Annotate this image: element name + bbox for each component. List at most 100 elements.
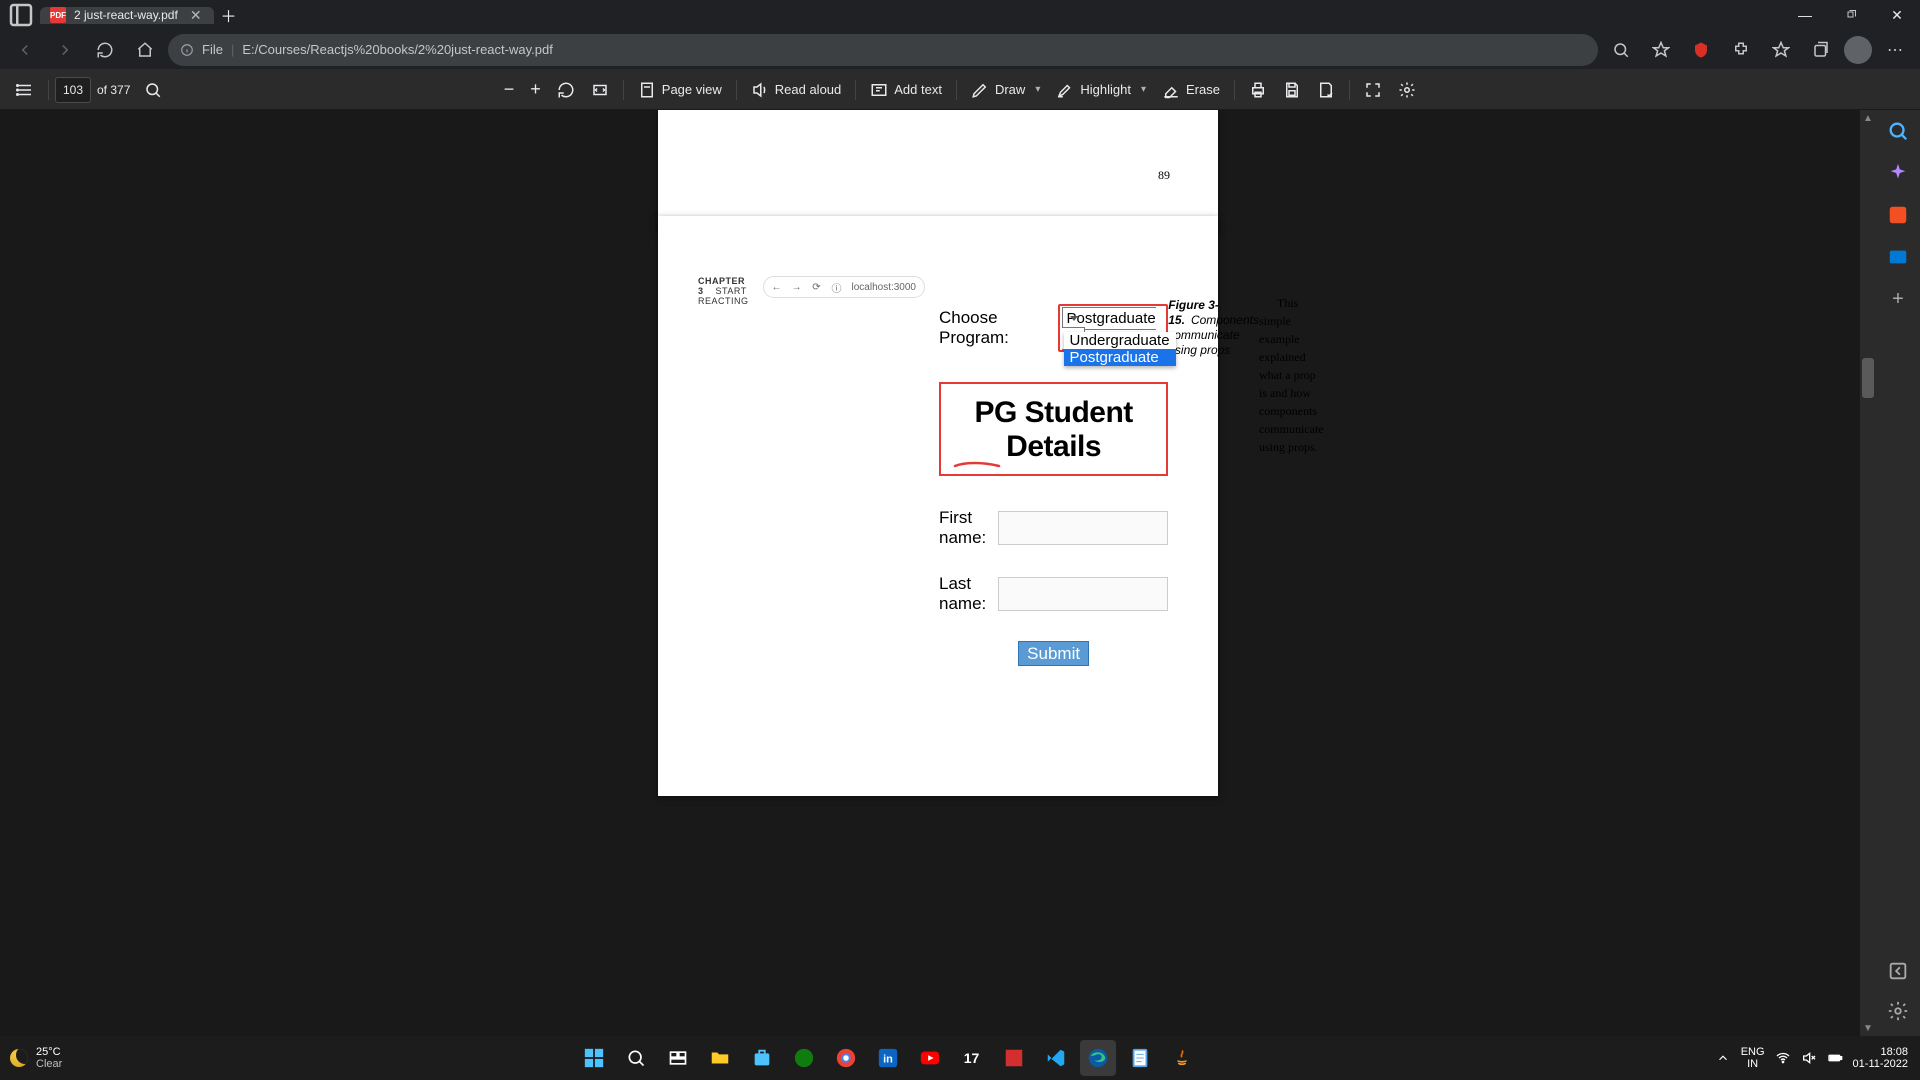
body-paragraph: This simple example explained what a pro… — [1259, 294, 1324, 776]
tradingview-icon[interactable]: 17 — [954, 1040, 990, 1076]
scroll-thumb[interactable] — [1862, 358, 1874, 398]
erase-button[interactable]: Erase — [1154, 74, 1228, 106]
weather-condition: Clear — [36, 1058, 62, 1070]
wifi-icon[interactable] — [1775, 1050, 1791, 1066]
draw-button[interactable]: Draw▾ — [963, 74, 1048, 106]
dropdown-option-selected: Postgraduate — [1064, 349, 1176, 366]
collections-button[interactable] — [1804, 33, 1838, 67]
weather-temp: 25°C — [36, 1046, 62, 1058]
taskbar-apps: in 17 — [72, 1040, 1702, 1076]
task-view-icon[interactable] — [660, 1040, 696, 1076]
zoom-icon[interactable] — [1604, 33, 1638, 67]
fullscreen-button[interactable] — [1356, 74, 1390, 106]
notepad-icon[interactable] — [1122, 1040, 1158, 1076]
more-menu-button[interactable]: ⋯ — [1878, 33, 1912, 67]
info-icon: ⓘ — [832, 280, 842, 295]
adblock-icon[interactable] — [1684, 33, 1718, 67]
chrome-icon[interactable] — [828, 1040, 864, 1076]
contents-button[interactable] — [8, 74, 42, 106]
battery-icon[interactable] — [1827, 1050, 1843, 1066]
vscode-icon[interactable] — [1038, 1040, 1074, 1076]
extensions-icon[interactable] — [1724, 33, 1758, 67]
favorite-star-icon[interactable] — [1644, 33, 1678, 67]
zoom-out-button[interactable]: − — [496, 74, 523, 106]
svg-text:in: in — [883, 1054, 893, 1066]
sidebar-collapse-icon[interactable] — [1887, 960, 1909, 982]
tab-title: 2 just-react-way.pdf — [74, 8, 178, 22]
new-tab-button[interactable]: ＋ — [214, 3, 244, 27]
favorites-button[interactable] — [1764, 33, 1798, 67]
language-indicator[interactable]: ENG IN — [1741, 1046, 1765, 1070]
figure-caption: Figure 3-15. Components communicate usin… — [1168, 298, 1259, 776]
xbox-icon[interactable] — [786, 1040, 822, 1076]
scroll-down-icon[interactable]: ▼ — [1860, 1020, 1876, 1036]
pdf-canvas[interactable]: 89 CHAPTER 3START REACTING ← → ⟳ ⓘ local… — [0, 110, 1876, 1036]
close-window-button[interactable]: ✕ — [1874, 0, 1920, 30]
minimize-button[interactable]: ― — [1782, 0, 1828, 30]
read-aloud-button[interactable]: Read aloud — [743, 74, 850, 106]
back-button[interactable] — [8, 33, 42, 67]
first-name-row: First name: — [939, 508, 1168, 548]
figure-browser-bar: ← → ⟳ ⓘ localhost:3000 — [763, 276, 926, 298]
volume-muted-icon[interactable] — [1801, 1050, 1817, 1066]
taskbar-clock[interactable]: 18:08 01-11-2022 — [1853, 1046, 1908, 1070]
zerodha-icon[interactable] — [996, 1040, 1032, 1076]
sidebar-office-icon[interactable] — [1887, 204, 1909, 226]
sidebar-settings-icon[interactable] — [1887, 1000, 1909, 1022]
page-view-button[interactable]: Page view — [630, 74, 730, 106]
home-button[interactable] — [128, 33, 162, 67]
maximize-button[interactable] — [1828, 0, 1874, 30]
browser-tab[interactable]: PDF 2 just-react-way.pdf ✕ — [40, 7, 214, 24]
tray-overflow-icon[interactable] — [1715, 1050, 1731, 1066]
figure-url: localhost:3000 — [852, 282, 917, 293]
pdf-viewport: 89 CHAPTER 3START REACTING ← → ⟳ ⓘ local… — [0, 110, 1920, 1036]
java-icon[interactable] — [1164, 1040, 1200, 1076]
linkedin-icon[interactable]: in — [870, 1040, 906, 1076]
print-button[interactable] — [1241, 74, 1275, 106]
highlight-button[interactable]: Highlight▾ — [1048, 74, 1154, 106]
taskbar-search-icon[interactable] — [618, 1040, 654, 1076]
page-number-input[interactable] — [55, 77, 91, 103]
rotate-button[interactable] — [549, 74, 583, 106]
first-name-input — [998, 511, 1168, 545]
file-explorer-icon[interactable] — [702, 1040, 738, 1076]
windows-taskbar: 25°C Clear in 17 ENG IN 18:08 01-11-2022 — [0, 1036, 1920, 1080]
info-icon — [180, 43, 194, 57]
browser-toolbar: File | E:/Courses/Reactjs%20books/2%20ju… — [0, 30, 1920, 70]
browser-titlebar: PDF 2 just-react-way.pdf ✕ ＋ ― ✕ — [0, 0, 1920, 30]
microsoft-store-icon[interactable] — [744, 1040, 780, 1076]
sidebar-add-icon[interactable]: + — [1887, 288, 1909, 310]
scroll-up-icon[interactable]: ▲ — [1860, 110, 1876, 126]
save-button[interactable] — [1275, 74, 1309, 106]
sidebar-outlook-icon[interactable] — [1887, 246, 1909, 268]
youtube-icon[interactable] — [912, 1040, 948, 1076]
close-tab-icon[interactable]: ✕ — [186, 7, 206, 24]
chevron-down-icon: ▾ — [1035, 84, 1040, 95]
underline-mark-icon — [953, 460, 1003, 470]
submit-button-figure: Submit — [1018, 641, 1089, 666]
address-bar[interactable]: File | E:/Courses/Reactjs%20books/2%20ju… — [168, 34, 1598, 66]
sidebar-search-icon[interactable] — [1887, 120, 1909, 142]
profile-avatar[interactable] — [1844, 36, 1872, 64]
save-as-button[interactable] — [1309, 74, 1343, 106]
taskbar-weather[interactable]: 25°C Clear — [0, 1046, 72, 1070]
pdf-toolbar: of 377 − + Page view Read aloud Add text… — [0, 70, 1920, 110]
zoom-in-button[interactable]: + — [522, 74, 549, 106]
fit-page-button[interactable] — [583, 74, 617, 106]
taskbar-tray: ENG IN 18:08 01-11-2022 — [1703, 1046, 1920, 1070]
start-button[interactable] — [576, 1040, 612, 1076]
vertical-tabs-button[interactable] — [6, 0, 36, 30]
pdf-settings-button[interactable] — [1390, 74, 1424, 106]
chapter-header: CHAPTER 3START REACTING — [698, 276, 749, 760]
refresh-button[interactable] — [88, 33, 122, 67]
url-scheme-label: File — [202, 42, 223, 57]
sidebar-copilot-icon[interactable] — [1887, 162, 1909, 184]
vertical-scrollbar[interactable]: ▲ ▼ — [1860, 110, 1876, 1036]
pdf-page-previous: 89 — [658, 110, 1218, 232]
last-name-input — [998, 577, 1168, 611]
edge-icon[interactable] — [1080, 1040, 1116, 1076]
choose-program-label: Choose Program: — [939, 308, 1054, 348]
find-button[interactable] — [136, 74, 170, 106]
forward-button[interactable] — [48, 33, 82, 67]
add-text-button[interactable]: Add text — [862, 74, 950, 106]
